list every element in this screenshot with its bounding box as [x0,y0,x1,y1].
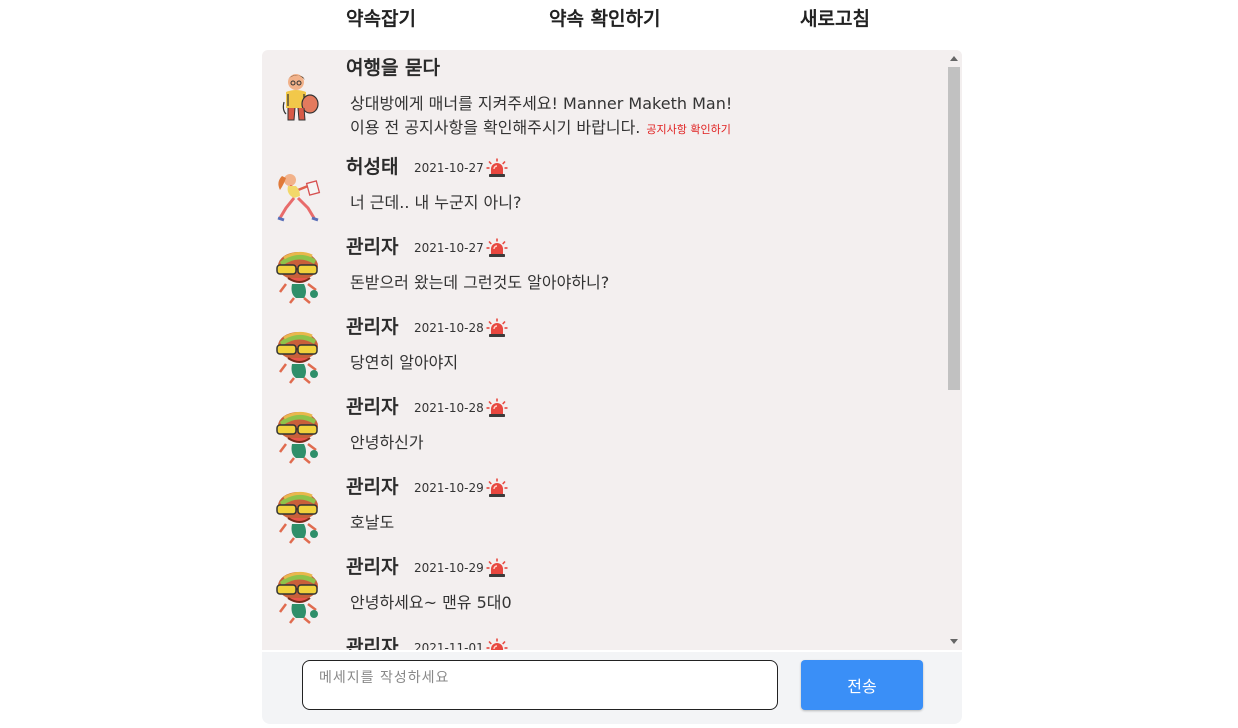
runner-avatar [274,168,326,224]
siren-icon[interactable] [486,158,508,178]
message-author: 관리자 [346,476,399,498]
siren-icon[interactable] [486,638,508,650]
chat-message: 관리자 2021-10-29 안녕하세요~ 맨유 5대0 [262,550,946,630]
send-button[interactable]: 전송 [801,660,923,710]
chat-message-list[interactable]: 여행을 묻다 상대방에게 매너를 지켜주세요! Manner Maketh Ma… [262,50,962,650]
message-author: 허성태 [346,156,399,178]
chat-room-title: 여행을 묻다 [346,57,441,79]
siren-icon[interactable] [486,478,508,498]
admin-avatar [274,488,326,544]
message-date: 2021-10-27 [414,161,484,175]
admin-avatar [274,408,326,464]
message-text: 호날도 [350,513,395,532]
chat-message: 관리자 2021-10-28 안녕하신가 [262,390,946,470]
siren-icon[interactable] [486,398,508,418]
message-date: 2021-10-29 [414,481,484,495]
chat-message: 관리자 2021-10-29 호날도 [262,470,946,550]
message-text: 안녕하신가 [350,433,424,452]
message-author: 관리자 [346,556,399,578]
nav-make-appointment[interactable]: 약속잡기 [346,4,416,31]
admin-avatar [274,648,326,650]
message-date: 2021-10-29 [414,561,484,575]
message-date: 2021-11-01 [414,641,484,650]
message-text: 돈받으러 왔는데 그런것도 알아야하니? [350,273,610,292]
chat-message: 허성태 2021-10-27 너 근데.. 내 누군지 아니? [262,150,946,230]
message-author: 관리자 [346,396,399,418]
message-author: 관리자 [346,316,399,338]
message-text: 너 근데.. 내 누군지 아니? [350,193,522,212]
scroll-up-arrow-icon[interactable] [950,56,958,61]
notice-line-2-text: 이용 전 공지사항을 확인해주시기 바랍니다. [350,118,641,137]
nav-check-appointment[interactable]: 약속 확인하기 [549,4,661,31]
scroll-down-arrow-icon[interactable] [950,639,958,644]
notice-link[interactable]: 공지사항 확인하기 [646,123,730,136]
message-text: 당연히 알아야지 [350,353,459,372]
admin-avatar [274,248,326,304]
notice-message: 여행을 묻다 상대방에게 매너를 지켜주세요! Manner Maketh Ma… [262,50,946,137]
message-date: 2021-10-27 [414,241,484,255]
admin-avatar [274,328,326,384]
message-author: 관리자 [346,236,399,258]
notice-line-1: 상대방에게 매너를 지켜주세요! Manner Maketh Man! [350,94,733,113]
vertical-scrollbar[interactable] [946,50,962,650]
siren-icon[interactable] [486,238,508,258]
message-author: 관리자 [346,636,399,650]
message-composer: 전송 [262,652,962,724]
top-nav: 약속잡기 약속 확인하기 새로고침 [0,0,1238,34]
chat-message: 관리자 2021-10-28 당연히 알아야지 [262,310,946,390]
siren-icon[interactable] [486,318,508,338]
message-date: 2021-10-28 [414,401,484,415]
scrollbar-thumb[interactable] [948,67,960,390]
notice-line-2: 이용 전 공지사항을 확인해주시기 바랍니다. 공지사항 확인하기 [350,114,731,138]
chat-message: 관리자 2021-10-27 돈받으러 왔는데 그런것도 알아야하니? [262,230,946,310]
message-input[interactable] [302,660,778,710]
siren-icon[interactable] [486,558,508,578]
traveler-avatar [274,70,326,126]
admin-avatar [274,568,326,624]
message-date: 2021-10-28 [414,321,484,335]
chat-message: 관리자 2021-11-01 [262,630,946,650]
nav-refresh[interactable]: 새로고침 [800,4,870,31]
message-text: 안녕하세요~ 맨유 5대0 [350,593,512,612]
